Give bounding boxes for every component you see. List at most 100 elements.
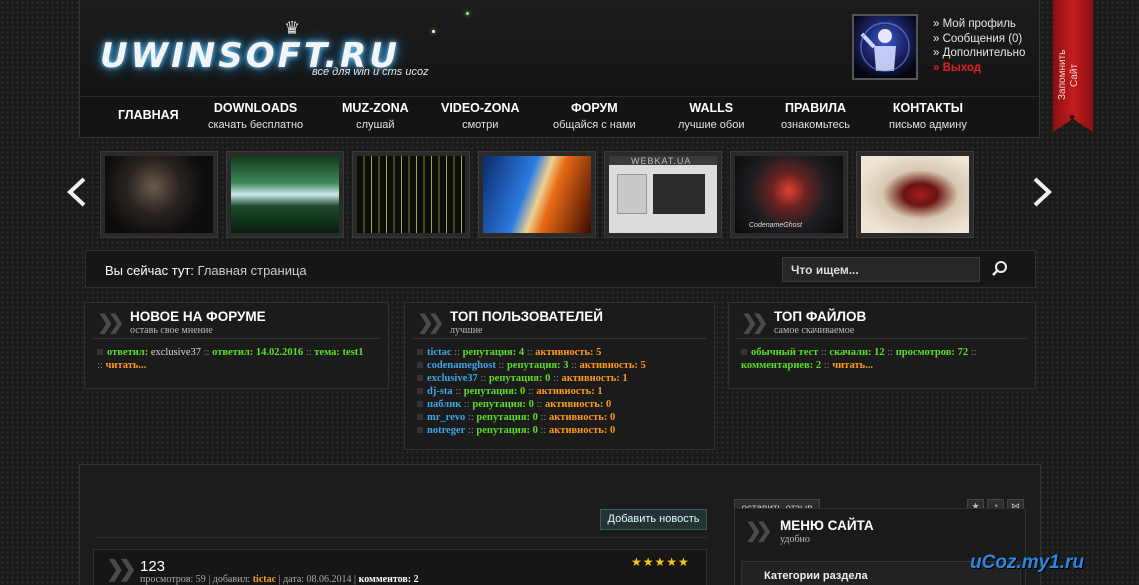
list-item: mr_revo :: репутация: 0 :: активность: 0 — [417, 411, 704, 424]
forum-topic-link[interactable]: test1 — [343, 347, 364, 358]
bullet-icon — [417, 362, 423, 368]
list-item: tictac :: репутация: 4 :: активность: 5 — [417, 346, 704, 359]
user-menu-more[interactable]: » Дополнительно — [933, 46, 1025, 61]
reputation-label: репутация: — [476, 412, 531, 423]
user-name-link[interactable]: notreger — [427, 425, 465, 436]
search-input[interactable] — [782, 257, 980, 282]
views-value: 72 — [957, 347, 969, 358]
slider-thumb[interactable] — [478, 151, 596, 238]
bullet-icon — [417, 414, 423, 420]
activity-value: 5 — [640, 360, 646, 371]
user-name-link[interactable]: паблик — [427, 399, 461, 410]
bullet-icon — [741, 349, 747, 355]
read-more-link[interactable]: читать... — [832, 360, 873, 371]
reputation-label: репутация: — [488, 373, 543, 384]
reputation-value: 0 — [545, 373, 551, 384]
read-more-link[interactable]: читать... — [105, 360, 146, 371]
divider — [95, 537, 707, 538]
user-menu-messages[interactable]: » Сообщения (0) — [933, 32, 1025, 47]
nav-subtitle: скачать бесплатно — [208, 119, 304, 131]
add-news-button[interactable]: Добавить новость — [600, 509, 707, 530]
nav-subtitle: письмо админу — [889, 119, 967, 131]
slider-thumb[interactable] — [352, 151, 470, 238]
slider-prev-arrow-icon[interactable] — [66, 177, 88, 207]
nav-title: ПРАВИЛА — [784, 101, 847, 115]
reputation-value: 0 — [520, 386, 526, 397]
nav-subtitle: слушай — [356, 119, 395, 131]
nav-item-home[interactable]: ГЛАВНАЯ — [118, 108, 179, 122]
slider-thumb[interactable] — [856, 151, 974, 238]
thumb-caption: CodenameGhost — [749, 222, 802, 229]
nav-item-video-zona[interactable]: VIDEO-ZONA смотри — [441, 101, 519, 131]
photo-city-lights-icon — [357, 156, 465, 233]
downloads-value: 12 — [874, 347, 885, 358]
sparkle-decoration — [466, 12, 469, 15]
forum-replied-user[interactable]: exclusive37 — [151, 347, 201, 358]
list-item: паблик :: репутация: 0 :: активность: 0 — [417, 398, 704, 411]
user-name-link[interactable]: exclusive37 — [427, 373, 478, 384]
bookmark-ribbon[interactable]: Запомнить Сайт ★ — [1053, 0, 1093, 132]
nav-title: ГЛАВНАЯ — [118, 108, 179, 122]
rating-stars-icon[interactable]: ★★★★★ — [631, 555, 690, 569]
reputation-label: репутация: — [472, 399, 526, 410]
forum-label-replied: ответил: — [107, 347, 149, 358]
logout-link[interactable]: » Выход — [933, 61, 1025, 76]
nav-item-downloads[interactable]: DOWNLOADS скачать бесплатно — [208, 101, 303, 131]
slider-thumb[interactable] — [226, 151, 344, 238]
sparkle-decoration — [432, 30, 435, 33]
breadcrumb-current[interactable]: Главная страница — [198, 263, 307, 278]
thumb-caption: WEBKAT.UA — [631, 156, 692, 166]
reputation-value: 0 — [528, 399, 534, 410]
category-label: Категории раздела — [764, 570, 868, 582]
file-name-link[interactable]: обычный тест — [751, 347, 818, 358]
nav-item-walls[interactable]: WALLS лучшие обои — [678, 101, 744, 131]
post-comments: 2 — [413, 574, 419, 585]
activity-value: 0 — [609, 425, 616, 436]
slider-thumb[interactable] — [100, 151, 218, 238]
search-icon[interactable] — [990, 259, 1010, 279]
slider-thumb[interactable]: WEBKAT.UA — [604, 151, 722, 238]
list-item: обычный тест :: скачали: 12 :: просмотро… — [741, 346, 1025, 359]
bullet-icon — [417, 349, 423, 355]
nav-title: VIDEO-ZONA — [441, 101, 520, 115]
photo-hacker-icon — [105, 156, 213, 233]
nav-item-contacts[interactable]: КОНТАКТЫ письмо админу — [889, 101, 967, 131]
bullet-icon — [417, 427, 423, 433]
nav-subtitle: ознакомьтесь — [781, 119, 850, 131]
views-label: просмотров: — [895, 347, 955, 358]
activity-label: активность: — [544, 399, 604, 410]
downloads-label: скачали: — [829, 347, 872, 358]
forum-reply-date: 14.02.2016 — [255, 347, 304, 358]
user-name-link[interactable]: codenameghost — [427, 360, 496, 371]
panel-subtitle: самое скачиваемое — [774, 325, 855, 336]
user-menu-profile[interactable]: » Мой профиль — [933, 17, 1025, 32]
nav-item-forum[interactable]: ФОРУМ общайся с нами — [553, 101, 636, 131]
crown-icon: ♛ — [284, 18, 301, 38]
user-avatar[interactable] — [852, 14, 918, 80]
reputation-value: 3 — [563, 360, 569, 371]
nav-subtitle: смотри — [462, 119, 499, 131]
panel-header: ❯❯ ТОП ФАЙЛОВ самое скачиваемое — [737, 303, 1027, 339]
user-name-link[interactable]: dj-sta — [427, 386, 453, 397]
breadcrumb-label: Вы сейчас тут: — [105, 263, 194, 278]
post-author-label: добавил: — [212, 574, 251, 585]
reputation-value: 0 — [532, 412, 538, 423]
top-files-body: обычный тест :: скачали: 12 :: просмотро… — [729, 339, 1035, 372]
nav-item-muz-zona[interactable]: MUZ-ZONA слушай — [342, 101, 409, 131]
list-item: codenameghost :: репутация: 3 :: активно… — [417, 359, 704, 372]
user-name-link[interactable]: tictac — [427, 347, 451, 358]
forum-label-topic: тема: — [314, 347, 340, 358]
panel-title: НОВОЕ НА ФОРУМЕ — [130, 309, 266, 324]
post-comments-label: комментов: — [358, 574, 412, 585]
slider-thumb[interactable]: CodenameGhost — [730, 151, 848, 238]
site-logo[interactable]: ♛ UWINSOFT.RU все для win и cms ucoz — [100, 18, 429, 78]
comments-value: 2 — [815, 360, 822, 371]
ribbon-label: Запомнить Сайт — [1057, 49, 1080, 101]
slider-next-arrow-icon[interactable] — [1031, 177, 1053, 207]
user-name-link[interactable]: mr_revo — [427, 412, 465, 423]
nav-item-rules[interactable]: ПРАВИЛА ознакомьтесь — [781, 101, 850, 131]
panel-header: ❯❯ НОВОЕ НА ФОРУМЕ оставь свое мнение — [93, 303, 380, 339]
search-bar: Вы сейчас тут: Главная страница — [85, 250, 1036, 288]
post-author-link[interactable]: tictac — [253, 574, 276, 585]
post-title[interactable]: 123 — [140, 558, 165, 575]
